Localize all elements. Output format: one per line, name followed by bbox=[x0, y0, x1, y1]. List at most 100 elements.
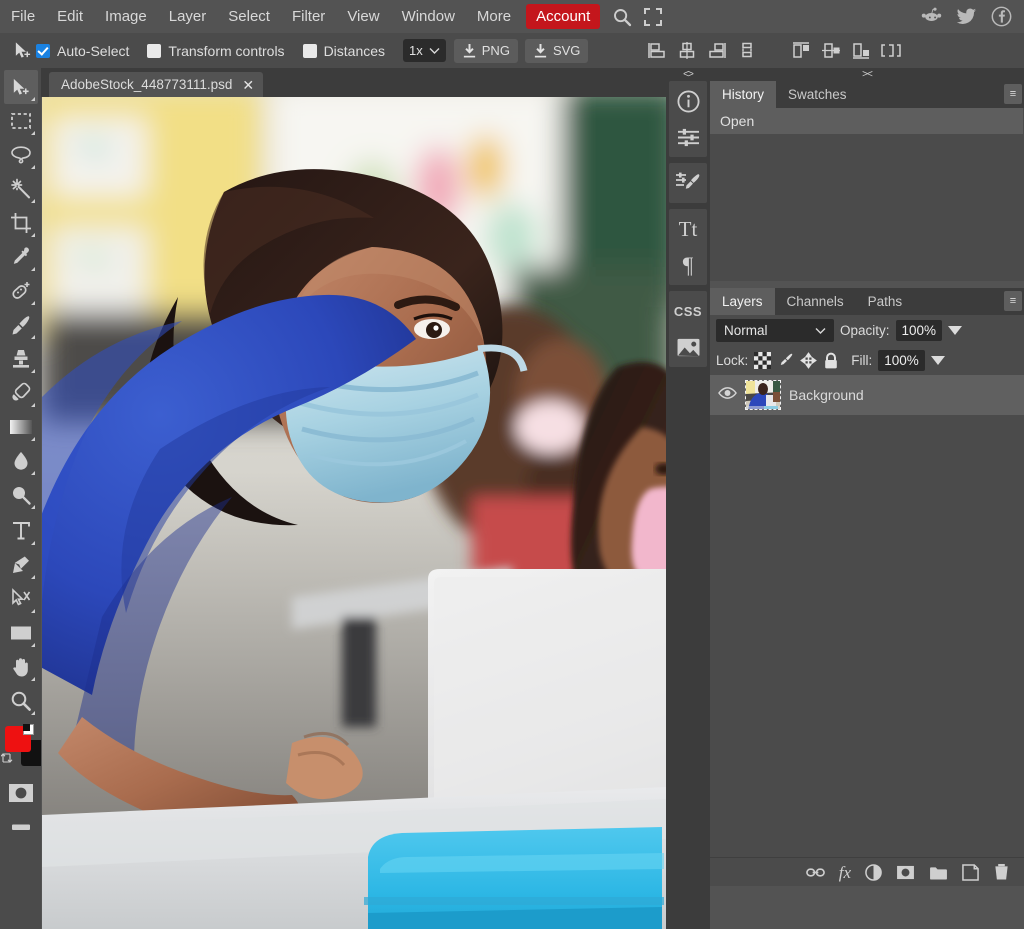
menu-item-window[interactable]: Window bbox=[391, 4, 466, 29]
zoom-level-select[interactable]: 1x bbox=[403, 39, 446, 62]
search-icon[interactable] bbox=[612, 7, 632, 27]
character-panel-icon[interactable]: Tt bbox=[669, 211, 707, 247]
trash-icon[interactable] bbox=[993, 863, 1010, 881]
image-panel-icon[interactable] bbox=[669, 329, 707, 365]
align-center-horizontal-icon[interactable] bbox=[675, 40, 699, 62]
opacity-input[interactable]: 100% bbox=[895, 320, 943, 341]
align-right-icon[interactable] bbox=[705, 40, 729, 62]
menu-item-more[interactable]: More bbox=[466, 4, 522, 29]
half-circle-icon[interactable] bbox=[865, 863, 882, 881]
crop-tool[interactable] bbox=[4, 206, 38, 240]
shape-tool[interactable] bbox=[4, 616, 38, 650]
gradient-tool[interactable] bbox=[4, 410, 38, 444]
healing-brush-tool[interactable] bbox=[4, 274, 38, 308]
align-left-icon[interactable] bbox=[645, 40, 669, 62]
css-panel-icon[interactable]: CSS bbox=[669, 293, 707, 329]
magic-wand-tool[interactable] bbox=[4, 172, 38, 206]
align-top-icon[interactable] bbox=[789, 40, 813, 62]
distribute-vertical-icon[interactable] bbox=[879, 40, 903, 62]
tab-history[interactable]: History bbox=[710, 81, 777, 108]
folder-icon[interactable] bbox=[929, 865, 948, 880]
path-selection-tool[interactable] bbox=[4, 582, 38, 616]
eraser-tool[interactable] bbox=[4, 376, 38, 410]
blur-tool[interactable] bbox=[4, 444, 38, 478]
lasso-tool[interactable] bbox=[4, 138, 38, 172]
menu-item-view[interactable]: View bbox=[336, 4, 390, 29]
canvas-viewport[interactable] bbox=[41, 97, 666, 929]
opacity-slider-toggle-icon[interactable] bbox=[948, 326, 963, 335]
color-swatches[interactable] bbox=[0, 724, 47, 774]
paragraph-panel-icon[interactable]: ¶ bbox=[669, 247, 707, 283]
document-tab[interactable]: AdobeStock_448773111.psd ✕ bbox=[49, 72, 264, 97]
menu-item-filter[interactable]: Filter bbox=[281, 4, 336, 29]
fx-icon[interactable]: fx bbox=[839, 864, 851, 881]
move-tool-icon[interactable] bbox=[8, 37, 36, 65]
rail-collapse-icon[interactable]: <> bbox=[666, 68, 710, 81]
history-item-open[interactable]: Open bbox=[710, 108, 1023, 134]
close-icon[interactable]: ✕ bbox=[242, 78, 254, 92]
layer-visibility-icon[interactable] bbox=[718, 386, 737, 405]
default-colors-icon[interactable] bbox=[22, 724, 34, 735]
fullscreen-icon[interactable] bbox=[644, 7, 663, 26]
clone-stamp-tool[interactable] bbox=[4, 342, 38, 376]
tab-layers[interactable]: Layers bbox=[710, 288, 775, 315]
menu-item-select[interactable]: Select bbox=[217, 4, 281, 29]
hand-tool[interactable] bbox=[4, 650, 38, 684]
pen-tool[interactable] bbox=[4, 548, 38, 582]
lock-all-icon[interactable] bbox=[823, 352, 839, 370]
marquee-tool[interactable] bbox=[4, 104, 38, 138]
menu-item-edit[interactable]: Edit bbox=[46, 4, 94, 29]
tool-corner-indicator bbox=[30, 643, 35, 647]
distribute-horizontal-icon[interactable] bbox=[735, 40, 759, 62]
swap-colors-icon[interactable] bbox=[0, 751, 14, 767]
tab-paths[interactable]: Paths bbox=[856, 288, 915, 315]
auto-select-checkbox[interactable]: Auto-Select bbox=[36, 43, 129, 59]
move-tool[interactable] bbox=[3, 70, 38, 104]
download-png-button[interactable]: PNG bbox=[453, 38, 518, 63]
fill-slider-toggle-icon[interactable] bbox=[930, 356, 945, 365]
tab-channels[interactable]: Channels bbox=[775, 288, 856, 315]
zoom-tool[interactable] bbox=[4, 684, 38, 718]
brush-tool[interactable] bbox=[4, 308, 38, 342]
fill-input[interactable]: 100% bbox=[878, 350, 925, 371]
tab-swatches[interactable]: Swatches bbox=[776, 81, 859, 108]
download-svg-button[interactable]: SVG bbox=[524, 38, 589, 63]
transform-controls-checkbox[interactable]: Transform controls bbox=[147, 43, 285, 59]
tool-corner-indicator bbox=[30, 575, 35, 579]
rail-group-brush bbox=[669, 163, 707, 203]
auto-select-checkbox-box[interactable] bbox=[36, 43, 50, 58]
distances-checkbox-box[interactable] bbox=[302, 43, 317, 58]
transform-controls-checkbox-box[interactable] bbox=[147, 43, 162, 58]
reddit-icon[interactable] bbox=[921, 6, 942, 27]
facebook-icon[interactable] bbox=[991, 6, 1012, 27]
align-bottom-icon[interactable] bbox=[849, 40, 873, 62]
eyedropper-tool[interactable] bbox=[4, 240, 38, 274]
new-page-icon[interactable] bbox=[962, 863, 979, 881]
menu-item-file[interactable]: File bbox=[0, 4, 46, 29]
layers-panel-menu-button[interactable]: ≡ bbox=[1004, 291, 1022, 311]
link-icon[interactable] bbox=[805, 866, 825, 879]
history-panel-collapse-icon[interactable]: >< bbox=[710, 68, 1024, 81]
menu-item-layer[interactable]: Layer bbox=[158, 4, 218, 29]
screen-mode-button[interactable] bbox=[4, 810, 38, 844]
history-panel-menu-button[interactable]: ≡ bbox=[1004, 84, 1022, 104]
brush-settings-panel-icon[interactable] bbox=[669, 165, 707, 201]
blend-mode-select[interactable]: Normal bbox=[716, 319, 834, 342]
type-tool[interactable] bbox=[4, 514, 38, 548]
info-panel-icon[interactable] bbox=[669, 83, 707, 119]
table-row[interactable]: Background bbox=[710, 375, 1024, 415]
lock-transparency-icon[interactable] bbox=[754, 352, 772, 369]
lock-label: Lock: bbox=[716, 353, 749, 368]
lock-position-icon[interactable] bbox=[800, 352, 818, 369]
dodge-tool[interactable] bbox=[4, 478, 38, 512]
menu-item-image[interactable]: Image bbox=[94, 4, 158, 29]
panel-divider bbox=[710, 281, 1024, 288]
account-button[interactable]: Account bbox=[526, 4, 601, 29]
quick-mask-button[interactable] bbox=[4, 776, 38, 810]
twitter-icon[interactable] bbox=[956, 6, 977, 27]
distances-checkbox[interactable]: Distances bbox=[302, 43, 385, 59]
align-middle-vertical-icon[interactable] bbox=[819, 40, 843, 62]
lock-image-icon[interactable] bbox=[777, 352, 794, 369]
mask-icon[interactable] bbox=[896, 865, 915, 880]
adjustments-panel-icon[interactable] bbox=[669, 119, 707, 155]
